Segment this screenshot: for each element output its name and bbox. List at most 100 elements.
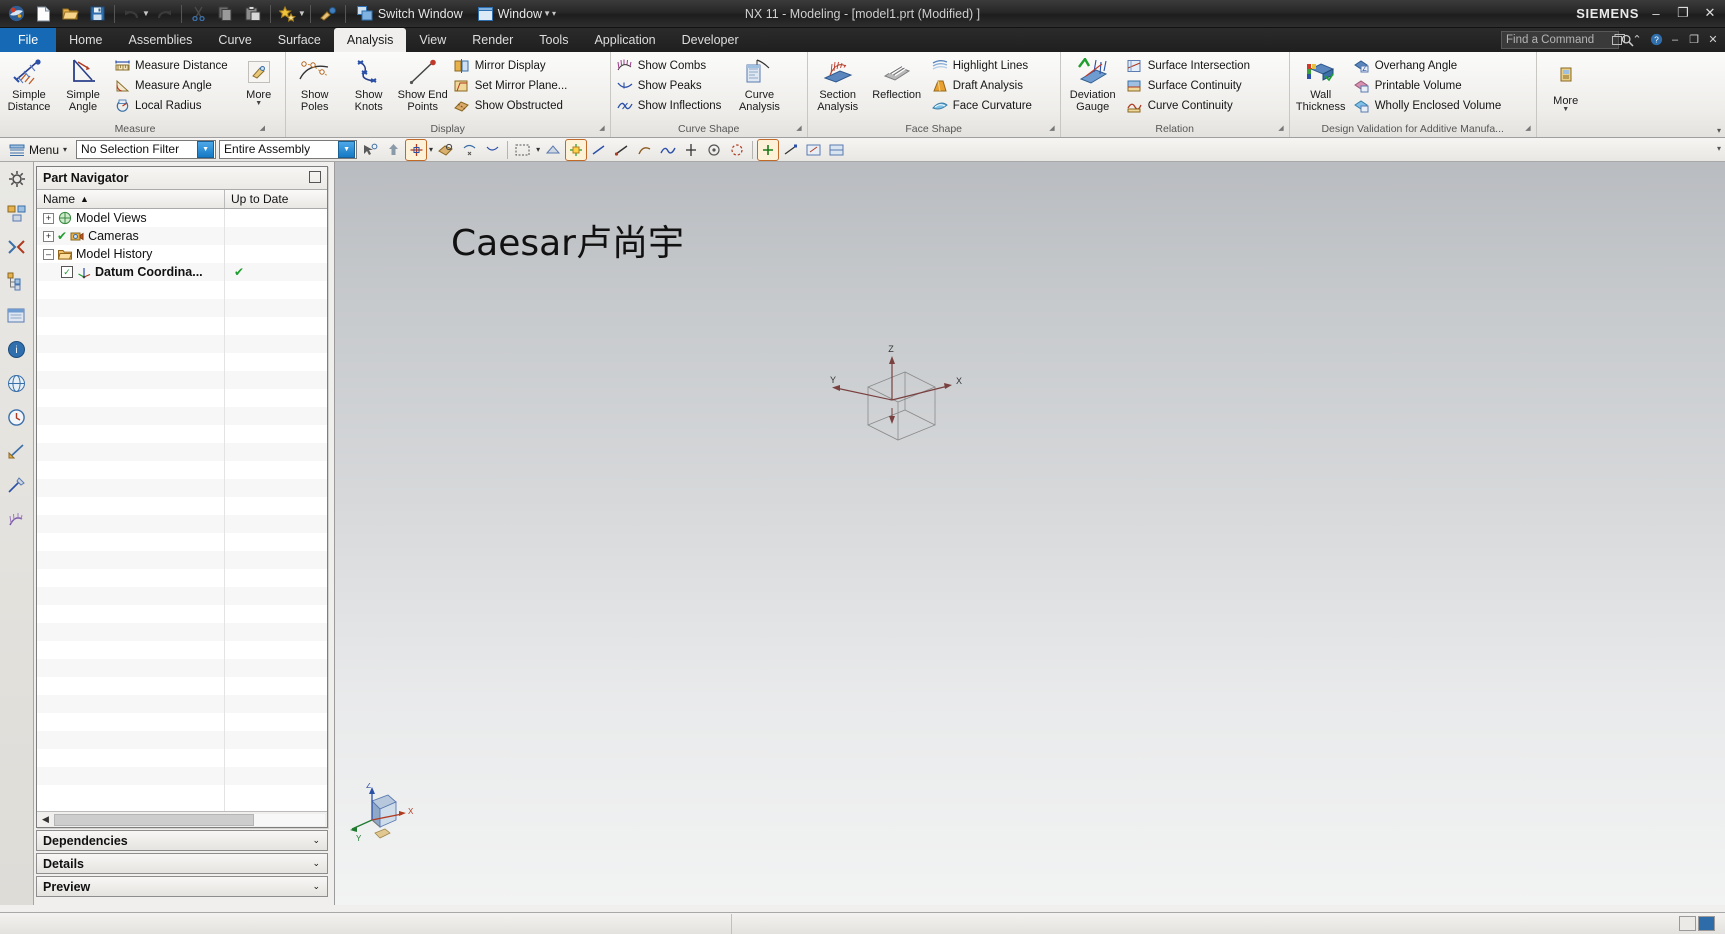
face-shape-dialog-launcher-icon[interactable]: ◢	[1049, 124, 1054, 132]
part-navigator-icon[interactable]	[4, 268, 30, 294]
tangent-curves-icon[interactable]	[681, 140, 701, 160]
select-face-dropdown-icon[interactable]: ▾	[536, 145, 540, 154]
tab-surface[interactable]: Surface	[265, 28, 334, 52]
scroll-thumb[interactable]	[54, 813, 254, 826]
wall-thickness-button[interactable]: Wall Thickness	[1292, 55, 1350, 115]
part-navigator-horizontal-scrollbar[interactable]: ◀	[37, 811, 327, 827]
midpoint-icon[interactable]	[804, 140, 824, 160]
preview-section[interactable]: Preview ⌄	[36, 876, 328, 897]
undo-dropdown-icon[interactable]: ▼	[142, 9, 150, 18]
show-knots-button[interactable]: Show Knots	[342, 55, 396, 115]
stop-at-intersection-icon[interactable]	[635, 140, 655, 160]
measure-dialog-launcher-icon[interactable]: ◢	[260, 124, 265, 132]
draft-analysis-button[interactable]: Draft Analysis	[930, 76, 1037, 96]
tab-view[interactable]: View	[406, 28, 459, 52]
control-point-icon[interactable]	[827, 140, 847, 160]
paint-icon[interactable]	[315, 2, 341, 26]
tree-row-model-views[interactable]: + Model Views	[37, 209, 327, 227]
resource-bar-settings-icon[interactable]	[4, 166, 30, 192]
assembly-navigator-icon[interactable]	[4, 200, 30, 226]
find-command-input[interactable]: Find a Command	[1501, 31, 1619, 49]
simple-angle-button[interactable]: Simple Angle	[56, 55, 110, 115]
show-inflections-button[interactable]: Show Inflections	[615, 96, 727, 116]
design-validation-dialog-launcher-icon[interactable]: ◢	[1525, 124, 1530, 132]
menu-button[interactable]: Menu ▾	[3, 140, 73, 160]
select-general-objects-icon[interactable]	[360, 140, 380, 160]
hd3d-tools-icon[interactable]: i	[4, 336, 30, 362]
tab-developer[interactable]: Developer	[669, 28, 752, 52]
chevron-up-icon[interactable]: ⌃	[1629, 31, 1645, 48]
new-file-icon[interactable]	[30, 2, 56, 26]
tab-render[interactable]: Render	[459, 28, 526, 52]
part-navigator-tree[interactable]: + Model Views + ✔ Cameras – Model Histor…	[37, 209, 327, 811]
selection-scope-combo[interactable]: Entire Assembly ▼	[219, 140, 358, 159]
tab-home[interactable]: Home	[56, 28, 115, 52]
details-chevron-down-icon[interactable]: ⌄	[312, 858, 320, 869]
doc-minimize-icon[interactable]: –	[1667, 31, 1683, 48]
selection-toolbar-overflow-icon[interactable]: ▾	[1717, 144, 1721, 153]
process-studio-icon[interactable]	[4, 438, 30, 464]
paste-icon[interactable]	[240, 2, 266, 26]
set-mirror-plane-button[interactable]: Set Mirror Plane...	[452, 76, 573, 96]
restore-window-icon[interactable]	[1610, 31, 1626, 48]
favorites-dropdown-icon[interactable]: ▼	[298, 9, 306, 18]
details-section[interactable]: Details ⌄	[36, 853, 328, 874]
show-peaks-button[interactable]: Show Peaks	[615, 76, 727, 96]
history-icon[interactable]	[4, 404, 30, 430]
deviation-gauge-button[interactable]: Deviation Gauge	[1063, 55, 1123, 115]
show-end-points-button[interactable]: Show End Points	[396, 55, 450, 115]
snap-point-dropdown-icon[interactable]: ▾	[429, 145, 433, 154]
scroll-left-icon[interactable]: ◀	[39, 813, 52, 826]
ribbon-overflow-icon[interactable]: ▾	[1717, 126, 1721, 135]
datum-csys-checkbox[interactable]: ✓	[61, 266, 73, 278]
menu-caret-icon[interactable]: ▾	[63, 145, 67, 154]
face-finder-icon[interactable]	[436, 140, 456, 160]
selection-filter-dropdown-icon[interactable]: ▼	[197, 141, 215, 158]
cut-icon[interactable]	[186, 2, 212, 26]
ribbon-more-button[interactable]: More ▼	[1539, 61, 1593, 115]
web-browser-icon[interactable]	[4, 370, 30, 396]
qat-overflow-icon[interactable]: ▾	[552, 9, 556, 18]
scroll-track[interactable]	[54, 813, 325, 826]
selection-filter-combo[interactable]: No Selection Filter ▼	[76, 140, 217, 159]
up-one-level-icon[interactable]	[383, 140, 403, 160]
select-component-icon[interactable]	[565, 138, 588, 161]
show-obstructed-button[interactable]: Show Obstructed	[452, 96, 573, 116]
highlight-hidden-icon[interactable]	[589, 140, 609, 160]
show-poles-button[interactable]: Show Poles	[288, 55, 342, 115]
window-minimize-button[interactable]: –	[1643, 2, 1669, 24]
curve-continuity-button[interactable]: Curve Continuity	[1125, 96, 1255, 116]
dependencies-section[interactable]: Dependencies ⌄	[36, 830, 328, 851]
surface-continuity-button[interactable]: Surface Continuity	[1125, 76, 1255, 96]
window-menu-button[interactable]: Window ▼ ▾	[471, 2, 563, 26]
tab-curve[interactable]: Curve	[205, 28, 264, 52]
status-cell-2[interactable]	[1698, 916, 1715, 931]
curve-rule-icon[interactable]	[612, 140, 632, 160]
expander-model-views[interactable]: +	[43, 212, 54, 224]
graphics-window[interactable]: Caesar卢尚宇 Z X Y Z Y X	[334, 162, 1725, 905]
overhang-angle-button[interactable]: ∠ Overhang Angle	[1352, 56, 1507, 76]
simple-distance-button[interactable]: Simple Distance	[2, 55, 56, 115]
show-combs-button[interactable]: Show Combs	[615, 56, 727, 76]
printable-volume-button[interactable]: Printable Volume	[1352, 76, 1507, 96]
save-icon[interactable]	[84, 2, 110, 26]
follow-fillet-icon[interactable]	[658, 140, 678, 160]
open-file-icon[interactable]	[57, 2, 83, 26]
copy-icon[interactable]	[213, 2, 239, 26]
chain-within-features-icon[interactable]	[704, 140, 724, 160]
curve-shape-dialog-launcher-icon[interactable]: ◢	[796, 124, 801, 132]
redo-icon[interactable]	[151, 2, 177, 26]
nx-logo-icon[interactable]	[3, 2, 29, 26]
snap-point-icon[interactable]	[405, 138, 428, 161]
mirror-display-button[interactable]: Mirror Display	[452, 56, 573, 76]
local-radius-button[interactable]: Local Radius	[112, 96, 233, 116]
tab-tools[interactable]: Tools	[526, 28, 581, 52]
display-dialog-launcher-icon[interactable]: ◢	[599, 124, 604, 132]
reflection-button[interactable]: Reflection	[866, 55, 928, 103]
window-dropdown-icon[interactable]: ▼	[543, 9, 551, 18]
select-body-icon[interactable]	[482, 140, 502, 160]
surface-intersection-button[interactable]: Surface Intersection	[1125, 56, 1255, 76]
status-cell-1[interactable]	[1679, 916, 1696, 931]
preview-chevron-down-icon[interactable]: ⌄	[312, 881, 320, 892]
column-header-name[interactable]: Name ▲	[37, 190, 225, 208]
